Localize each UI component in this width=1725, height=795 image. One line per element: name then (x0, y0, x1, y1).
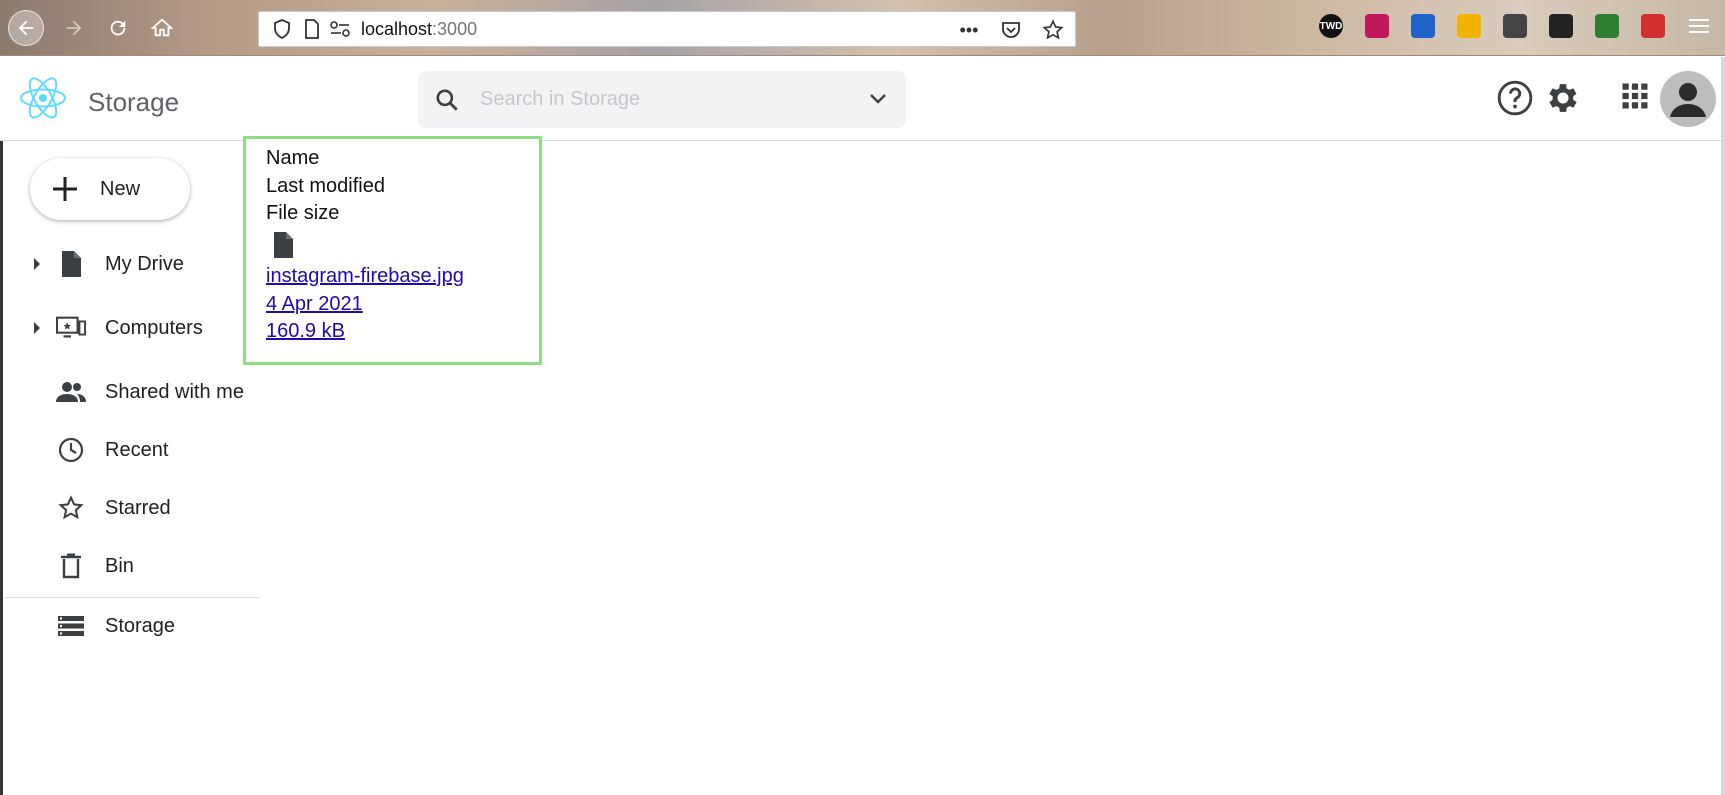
search-options-chevron-icon[interactable] (864, 85, 892, 113)
avatar[interactable] (1660, 71, 1716, 127)
file-name-link[interactable]: instagram-firebase.jpg (266, 265, 464, 288)
forward-button[interactable] (56, 10, 92, 46)
pocket-icon[interactable] (999, 18, 1023, 42)
file-icon (56, 250, 86, 278)
home-button[interactable] (144, 10, 180, 46)
page-actions-icon[interactable]: ••• (957, 18, 981, 42)
settings-button[interactable] (1544, 79, 1582, 122)
star-icon (56, 494, 86, 522)
permissions-icon[interactable] (329, 18, 351, 40)
app-title: Storage (88, 87, 180, 117)
computer-icon (56, 314, 86, 342)
clock-icon (56, 436, 86, 464)
trash-icon (56, 552, 86, 580)
people-icon (56, 378, 86, 406)
expand-caret-icon[interactable] (30, 256, 44, 272)
new-button[interactable]: New (30, 158, 190, 220)
gear-icon (1549, 84, 1577, 112)
reload-icon (110, 20, 126, 36)
sidebar-item-my-drive[interactable]: My Drive (0, 242, 260, 286)
yellow-extension-icon[interactable] (1457, 14, 1481, 38)
window-edge (0, 141, 3, 795)
sidebar-item-label: Bin (105, 555, 134, 577)
red-flower-extension-icon[interactable] (1365, 14, 1389, 38)
sidebar-item-shared-with-me[interactable]: Shared with me (0, 370, 260, 414)
sidebar-item-recent[interactable]: Recent (0, 428, 260, 472)
sidebar-item-computers[interactable]: Computers (0, 306, 260, 350)
help-icon (1497, 80, 1533, 116)
sidebar-item-label: Shared with me (105, 381, 244, 403)
url-text[interactable]: localhost:3000 (361, 19, 477, 40)
sidebar-item-bin[interactable]: Bin (0, 544, 260, 588)
arrow-right-icon (66, 20, 82, 36)
apps-grid-icon (1622, 83, 1648, 109)
user-icon (1670, 83, 1706, 117)
sidebar-item-label: Starred (105, 497, 171, 519)
file-modified-link[interactable]: 4 Apr 2021 (266, 293, 363, 316)
column-header-name[interactable]: Name (266, 147, 319, 170)
search-bar[interactable] (418, 71, 906, 128)
sidebar-item-label: Storage (105, 615, 176, 637)
notepad-extension-icon[interactable] (1503, 14, 1527, 38)
search-icon[interactable] (432, 85, 462, 115)
vertical-scrollbar[interactable] (1721, 57, 1725, 795)
sidebar-item-storage[interactable]: Storage (0, 604, 260, 648)
help-button[interactable] (1496, 79, 1534, 122)
red-badge-extension-icon[interactable] (1641, 14, 1665, 38)
gnome-foot-extension-icon[interactable] (1549, 14, 1573, 38)
file-list: Name Last modified File size instagram-f… (243, 136, 542, 365)
search-input[interactable] (480, 88, 840, 111)
blue-circle-extension-icon[interactable] (1411, 14, 1435, 38)
globe-extension-icon[interactable] (1595, 14, 1619, 38)
new-button-label: New (100, 177, 141, 200)
file-icon (274, 232, 293, 258)
page-icon[interactable] (301, 18, 323, 40)
sidebar-item-label: Recent (105, 439, 169, 461)
address-bar[interactable]: localhost:3000 ••• (258, 11, 1076, 47)
browser-toolbar: localhost:3000 ••• TWD (0, 0, 1725, 56)
twd-extension-icon[interactable]: TWD (1319, 14, 1343, 38)
hamburger-menu-icon[interactable] (1687, 14, 1711, 38)
reload-button[interactable] (100, 10, 136, 46)
storage-icon (56, 612, 86, 640)
home-icon (151, 18, 173, 37)
sidebar-item-label: My Drive (105, 253, 184, 275)
file-size-link[interactable]: 160.9 kB (266, 320, 345, 343)
bookmark-star-icon[interactable] (1041, 18, 1065, 42)
app-header: Storage (0, 57, 1725, 141)
apps-button[interactable] (1620, 81, 1650, 116)
sidebar-item-starred[interactable]: Starred (0, 486, 260, 530)
extensions-toolbar: TWD (1319, 14, 1711, 38)
sidebar-item-label: Computers (105, 317, 203, 339)
shield-icon[interactable] (271, 18, 293, 40)
expand-caret-icon[interactable] (30, 320, 44, 336)
sidebar-divider (5, 597, 260, 598)
back-button[interactable] (8, 10, 44, 46)
arrow-left-icon (18, 20, 34, 36)
plus-icon (48, 172, 82, 206)
column-header-file-size[interactable]: File size (266, 202, 339, 225)
column-header-last-modified[interactable]: Last modified (266, 175, 385, 198)
react-logo-icon (20, 77, 66, 119)
